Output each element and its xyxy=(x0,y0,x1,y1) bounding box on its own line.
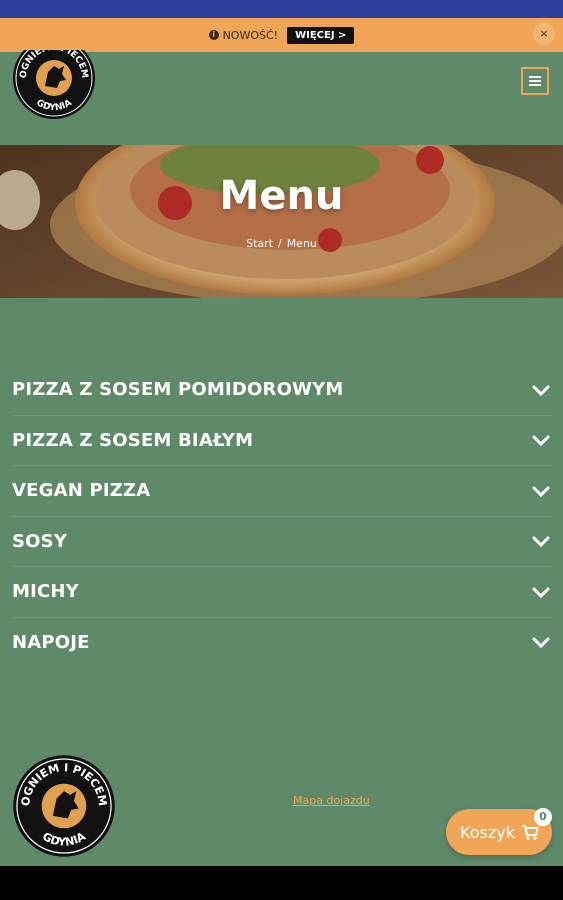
category-row[interactable]: PIZZA Z SOSEM BIAŁYM xyxy=(12,416,552,466)
category-label: PIZZA Z SOSEM POMIDOROWYM xyxy=(12,379,344,401)
directions-link[interactable]: Mapa dojazdu xyxy=(293,794,370,807)
chevron-down-icon xyxy=(532,385,550,396)
hero-banner: Menu Start / Menu xyxy=(0,145,563,298)
category-label: VEGAN PIZZA xyxy=(12,480,151,502)
announcement-bar: i NOWOŚĆ! WIĘCEJ > × xyxy=(0,18,563,52)
footer-logo[interactable]: OGNIEM I PIECEM GDYNIA xyxy=(12,754,116,858)
category-row[interactable]: PIZZA Z SOSEM POMIDOROWYM xyxy=(12,365,552,416)
site-header: OGNIEM I PIECEM GDYNIA xyxy=(0,50,563,145)
category-row[interactable]: MICHY xyxy=(12,567,552,618)
info-circle-icon: i xyxy=(208,30,219,40)
chevron-down-icon xyxy=(532,587,550,598)
more-button[interactable]: WIĘCEJ > xyxy=(287,26,355,44)
pizza-image xyxy=(0,145,563,298)
category-list: PIZZA Z SOSEM POMIDOROWYM PIZZA Z SOSEM … xyxy=(12,365,552,667)
announcement-text: i NOWOŚĆ! xyxy=(208,28,279,42)
menu-section: PIZZA Z SOSEM POMIDOROWYM PIZZA Z SOSEM … xyxy=(0,298,563,866)
category-label: NAPOJE xyxy=(12,631,90,653)
cart-label: Koszyk xyxy=(460,822,515,842)
category-label: PIZZA Z SOSEM BIAŁYM xyxy=(12,429,254,451)
page-title: Menu xyxy=(219,173,344,219)
chevron-down-icon xyxy=(532,486,550,497)
category-row[interactable]: SOSY xyxy=(12,517,552,567)
breadcrumb-start[interactable]: Start xyxy=(246,237,273,250)
category-label: SOSY xyxy=(12,530,68,552)
category-label: MICHY xyxy=(12,581,79,603)
category-row[interactable]: NAPOJE xyxy=(12,618,552,668)
chevron-down-icon xyxy=(532,536,550,548)
hamburger-menu-icon[interactable] xyxy=(521,67,549,95)
close-icon[interactable]: × xyxy=(533,23,555,45)
cart-count-badge: 0 xyxy=(534,808,552,826)
shopping-cart-icon xyxy=(521,824,538,840)
breadcrumb-separator: / xyxy=(277,237,282,250)
breadcrumb: Start / Menu xyxy=(0,237,563,250)
cart-button[interactable]: Koszyk 0 xyxy=(446,808,552,855)
chevron-down-icon xyxy=(532,435,550,447)
navigation-bar xyxy=(0,866,563,900)
breadcrumb-current: Menu xyxy=(286,237,317,250)
chevron-down-icon xyxy=(532,637,550,649)
announcement-label: NOWOŚĆ! xyxy=(222,28,279,42)
status-bar xyxy=(0,0,563,18)
site-logo[interactable]: OGNIEM I PIECEM GDYNIA xyxy=(12,50,96,122)
category-row[interactable]: VEGAN PIZZA xyxy=(12,466,552,517)
